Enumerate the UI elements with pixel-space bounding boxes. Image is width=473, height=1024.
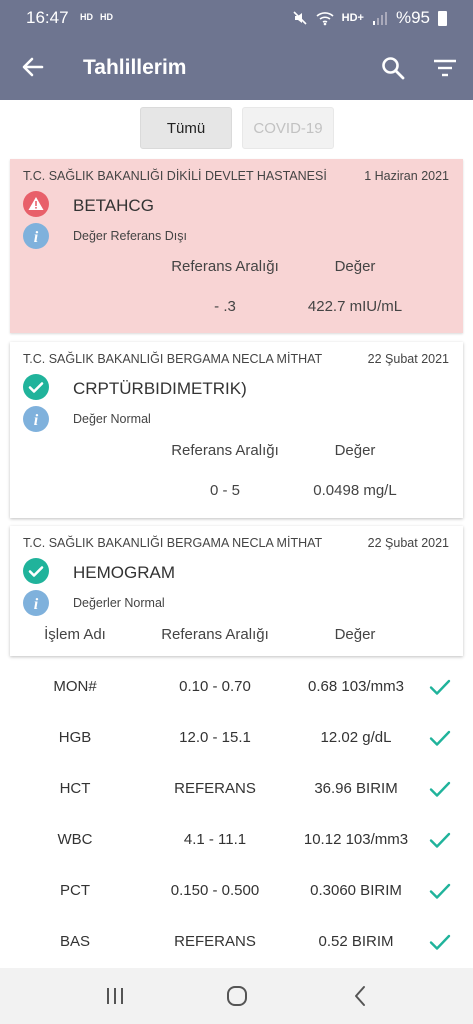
app-bar: Tahlillerim [0,36,473,100]
value-header: Değer [334,626,376,643]
info-icon: i [23,223,49,249]
checkmark-icon [429,781,451,797]
row-value: 0.3060 BIRIM [310,882,402,899]
test-name: CRPTÜRBIDIMETRIK) [73,379,247,398]
mute-icon [293,11,307,25]
row-range: REFERANS [174,933,256,950]
check-circle-icon [23,558,49,584]
search-icon[interactable] [379,54,407,82]
system-nav-bar [0,968,473,1024]
row-name: WBC [57,831,93,848]
svg-text:i: i [34,596,39,613]
checkmark-icon [429,730,451,746]
home-icon[interactable] [224,984,250,1008]
tab-covid[interactable]: COVID-19 [242,107,334,149]
hospital-name: T.C. SAĞLIK BAKANLIĞI DİKİLİ DEVLET HAST… [23,169,327,183]
row-name: HGB [58,729,92,746]
status-bar: 16:47 HD HD HD+ %95 [0,0,473,36]
checkmark-icon [429,883,451,899]
info-icon: i [23,590,49,616]
filter-icon[interactable] [431,54,459,82]
row-value: 10.12 103/mm3 [303,831,409,848]
table-row: WBC 4.1 - 11.1 10.12 103/mm3 [0,814,473,865]
test-card[interactable]: T.C. SAĞLIK BAKANLIĞI BERGAMA NECLA MİTH… [10,342,463,518]
result-status: Değer Normal [73,412,151,426]
row-value: 36.96 BIRIM [314,780,398,797]
hospital-name: T.C. SAĞLIK BAKANLIĞI BERGAMA NECLA MİTH… [23,352,323,366]
back-nav-icon[interactable] [348,984,374,1008]
checkmark-icon [429,832,451,848]
reference-range: 0 - 5 [209,482,240,499]
reference-range: - .3 [214,298,236,315]
value-header: Değer [334,258,376,275]
check-circle-icon [23,374,49,400]
row-range: 0.10 - 0.70 [179,678,251,695]
result-value: 0.0498 mg/L [313,482,397,499]
recent-apps-icon[interactable] [102,984,128,1008]
row-range: 12.0 - 15.1 [179,729,251,746]
row-name: BAS [59,933,90,950]
result-status: Değer Referans Dışı [73,229,187,243]
checkmark-icon [429,934,451,950]
row-name: PCT [60,882,90,899]
signal-icon [372,12,387,25]
info-icon: i [23,406,49,432]
arrow-left-icon[interactable] [18,52,48,82]
svg-text:i: i [34,412,39,429]
content-area: Tümü COVID-19 T.C. SAĞLIK BAKANLIĞI DİKİ… [0,100,473,968]
test-card[interactable]: T.C. SAĞLIK BAKANLIĞI BERGAMA NECLA MİTH… [10,526,463,656]
row-range: REFERANS [174,780,256,797]
checkmark-icon [429,679,451,695]
network-label: HD+ [341,12,364,24]
hd-badge: HD [100,12,113,22]
row-name: HCT [59,780,91,797]
test-date: 1 Haziran 2021 [364,169,449,183]
range-header: Referans Aralığı [161,626,269,643]
row-value: 12.02 g/dL [320,729,392,746]
hd-badge: HD [80,12,93,22]
test-date: 22 Şubat 2021 [367,352,449,366]
row-value: 0.52 BIRIM [318,933,394,950]
test-card[interactable]: T.C. SAĞLIK BAKANLIĞI DİKİLİ DEVLET HAST… [10,159,463,333]
hospital-name: T.C. SAĞLIK BAKANLIĞI BERGAMA NECLA MİTH… [23,536,323,550]
warning-icon [23,191,49,217]
wifi-icon [316,12,334,26]
table-row: HCT REFERANS 36.96 BIRIM [0,763,473,814]
tab-all[interactable]: Tümü [140,107,232,149]
table-row: MON# 0.10 - 0.70 0.68 103/mm3 [0,661,473,712]
result-value: 422.7 mIU/mL [307,298,403,315]
table-row: BAS REFERANS 0.52 BIRIM [0,916,473,967]
row-range: 4.1 - 11.1 [183,831,247,848]
table-row: HGB 12.0 - 15.1 12.02 g/dL [0,712,473,763]
battery-icon [438,10,447,26]
result-status: Değerler Normal [73,596,165,610]
battery-percent: %95 [395,8,430,27]
clock: 16:47 [26,8,69,27]
table-row: PCT 0.150 - 0.500 0.3060 BIRIM [0,865,473,916]
row-value: 0.68 103/mm3 [308,678,404,695]
svg-text:i: i [34,229,39,246]
range-header: Referans Aralığı [171,442,279,459]
page-title: Tahlillerim [83,56,187,79]
range-header: Referans Aralığı [171,258,279,275]
row-range: 0.150 - 0.500 [170,882,260,899]
name-header: İşlem Adı [44,626,106,643]
value-header: Değer [334,442,376,459]
row-name: MON# [53,678,97,695]
test-date: 22 Şubat 2021 [367,536,449,550]
test-name: BETAHCG [73,196,154,215]
test-name: HEMOGRAM [73,563,175,582]
